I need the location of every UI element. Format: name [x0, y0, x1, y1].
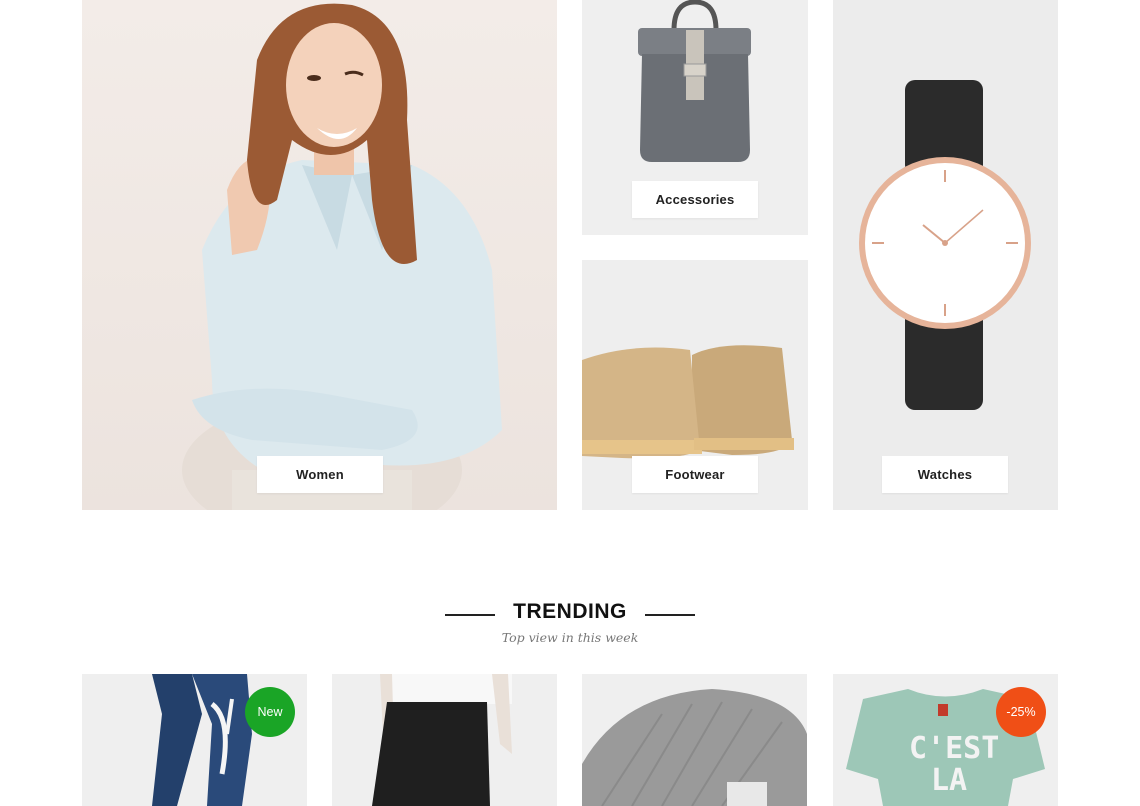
category-label-footwear[interactable]: Footwear: [632, 456, 758, 493]
category-tile-watches[interactable]: Watches: [833, 0, 1058, 510]
category-tile-women[interactable]: Women: [82, 0, 557, 510]
category-label-accessories[interactable]: Accessories: [632, 181, 758, 218]
product-card[interactable]: C'EST LA -25%: [833, 674, 1058, 806]
product-card[interactable]: New: [82, 674, 307, 806]
category-label-watches[interactable]: Watches: [882, 456, 1008, 493]
model-woman-image: [182, 3, 502, 510]
product-image-beanie: [582, 689, 807, 806]
trending-title: TRENDING: [513, 600, 627, 623]
product-card[interactable]: [582, 674, 807, 806]
category-label-women[interactable]: Women: [257, 456, 383, 493]
discount-badge: -25%: [996, 687, 1046, 737]
category-tile-footwear[interactable]: Footwear: [582, 260, 808, 510]
product-image-trousers: [372, 674, 512, 806]
category-tile-accessories[interactable]: Accessories: [582, 0, 808, 235]
trending-subtitle: Top view in this week: [501, 630, 639, 645]
watch-image: [859, 80, 1031, 410]
product-card[interactable]: [332, 674, 557, 806]
new-badge: New: [245, 687, 295, 737]
trending-section-title: TRENDING: [0, 600, 1140, 624]
